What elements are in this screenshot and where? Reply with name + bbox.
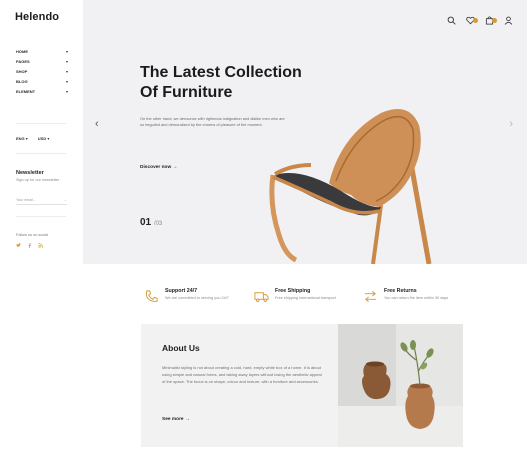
chevron-down-icon: ▾ bbox=[65, 88, 68, 94]
about-text: Minimalist styling is not about creating… bbox=[162, 365, 322, 385]
chevron-down-icon: ▾ bbox=[65, 48, 68, 54]
cart-icon[interactable] bbox=[485, 12, 497, 25]
follow-label: Follow us on social bbox=[16, 233, 49, 237]
page: Helendo HOME ▾ PAGES ▾ SHOP ▾ BLOG ▾ ELE… bbox=[0, 0, 527, 461]
about-section: About Us Minimalist styling is not about… bbox=[141, 324, 463, 447]
hero-title-line: The Latest Collection bbox=[140, 64, 302, 81]
feature-subtitle: You can return the item within 30 days bbox=[384, 296, 449, 300]
nav-item-label: PAGES bbox=[16, 58, 30, 64]
slide-total: /03 bbox=[153, 221, 163, 227]
see-more-link[interactable]: See more → bbox=[162, 417, 190, 422]
hero-slider: ‹ › The Latest Collection Of Furniture O… bbox=[83, 0, 527, 264]
feature-shipping: Free Shipping Free shipping internationa… bbox=[254, 288, 336, 304]
sidebar: Helendo HOME ▾ PAGES ▾ SHOP ▾ BLOG ▾ ELE… bbox=[0, 0, 83, 461]
chevron-down-icon: ▾ bbox=[65, 58, 68, 64]
newsletter-subtitle: Sign up for our newsletter bbox=[16, 178, 60, 182]
feature-strip: Support 24/7 We are committed to serving… bbox=[141, 288, 471, 308]
language-select[interactable]: ENG ▾ bbox=[16, 136, 28, 141]
nav-item-label: SHOP bbox=[16, 68, 28, 74]
wishlist-badge bbox=[473, 18, 478, 23]
site-logo[interactable]: Helendo bbox=[15, 11, 59, 23]
feature-support: Support 24/7 We are committed to serving… bbox=[144, 288, 229, 304]
about-title: About Us bbox=[162, 343, 200, 353]
arrow-right-icon[interactable]: → bbox=[63, 198, 67, 202]
search-icon[interactable] bbox=[447, 12, 456, 25]
nav-item-home[interactable]: HOME ▾ bbox=[16, 46, 68, 56]
divider bbox=[16, 153, 66, 154]
email-placeholder: Your email... bbox=[16, 197, 36, 202]
chevron-down-icon: ▾ bbox=[65, 78, 68, 84]
language-value: ENG bbox=[16, 136, 25, 141]
feature-returns: Free Returns You can return the item wit… bbox=[363, 288, 448, 304]
account-icon[interactable] bbox=[504, 12, 513, 25]
nav-item-element[interactable]: ELEMENT ▾ bbox=[16, 86, 68, 96]
discover-label: Discover now bbox=[140, 165, 172, 170]
feature-title: Free Returns bbox=[384, 288, 417, 294]
newsletter-email-field[interactable]: Your email... → bbox=[16, 195, 67, 205]
slide-current: 01 bbox=[140, 217, 152, 228]
facebook-icon[interactable] bbox=[27, 243, 32, 250]
vases-image bbox=[338, 324, 463, 447]
chair-image bbox=[269, 109, 432, 264]
return-arrows-icon bbox=[364, 290, 377, 303]
locale-selectors: ENG ▾ USD ▾ bbox=[16, 136, 49, 141]
see-more-label: See more bbox=[162, 417, 184, 422]
feature-title: Free Shipping bbox=[275, 288, 311, 294]
feature-subtitle: We are committed to serving you 24/7 bbox=[165, 296, 229, 300]
arrow-right-icon: → bbox=[184, 417, 190, 422]
divider bbox=[16, 123, 66, 124]
nav-item-blog[interactable]: BLOG ▾ bbox=[16, 76, 68, 86]
main-nav: HOME ▾ PAGES ▾ SHOP ▾ BLOG ▾ ELEMENT ▾ bbox=[16, 46, 68, 96]
cart-badge bbox=[492, 18, 497, 23]
divider bbox=[16, 216, 66, 217]
feature-subtitle: Free shipping international transport bbox=[275, 296, 336, 300]
slider-next-icon[interactable]: › bbox=[509, 118, 513, 130]
chevron-down-icon: ▾ bbox=[65, 68, 68, 74]
nav-item-pages[interactable]: PAGES ▾ bbox=[16, 56, 68, 66]
slider-prev-icon[interactable]: ‹ bbox=[95, 118, 99, 130]
arrow-right-icon: → bbox=[172, 165, 178, 170]
twitter-icon[interactable] bbox=[16, 243, 21, 250]
rss-icon[interactable] bbox=[38, 243, 43, 250]
truck-icon bbox=[254, 292, 269, 302]
newsletter-title: Newsletter bbox=[16, 170, 44, 176]
nav-item-label: ELEMENT bbox=[16, 88, 36, 94]
feature-title: Support 24/7 bbox=[165, 288, 198, 294]
currency-value: USD bbox=[37, 136, 47, 141]
nav-item-label: BLOG bbox=[16, 78, 28, 84]
phone-icon bbox=[145, 290, 158, 302]
nav-item-label: HOME bbox=[16, 48, 28, 54]
header-actions bbox=[447, 12, 513, 25]
currency-select[interactable]: USD ▾ bbox=[38, 136, 50, 141]
social-links bbox=[16, 243, 43, 250]
nav-item-shop[interactable]: SHOP ▾ bbox=[16, 66, 68, 76]
slide-counter: 01 /03 bbox=[140, 217, 162, 228]
hero-title-line: Of Furniture bbox=[140, 84, 233, 101]
discover-now-link[interactable]: Discover now → bbox=[140, 165, 177, 170]
wishlist-icon[interactable] bbox=[466, 12, 478, 25]
